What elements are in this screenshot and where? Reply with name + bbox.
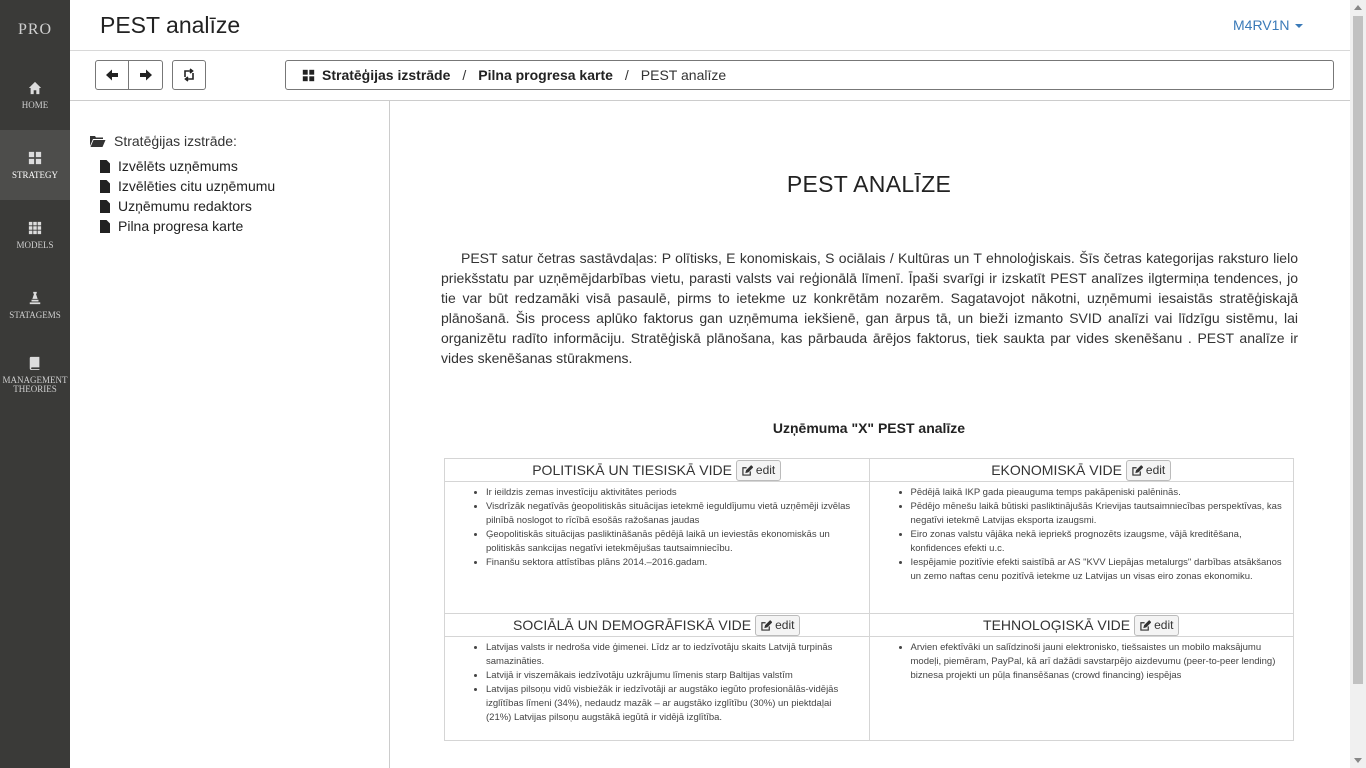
refresh-group bbox=[172, 60, 206, 90]
sidebar-item-label: MANAGEMENT THEORIES bbox=[2, 375, 68, 394]
file-icon bbox=[100, 159, 110, 173]
sidebar-item-label: STATAGEMS bbox=[9, 309, 61, 320]
edit-label: edit bbox=[1154, 618, 1174, 632]
scroll-down-icon[interactable] bbox=[1354, 758, 1362, 763]
tree-item-label: Uzņēmumu redaktors bbox=[118, 198, 252, 214]
book-icon bbox=[29, 356, 40, 370]
user-name: M4RV1N bbox=[1233, 17, 1290, 33]
list-item: Visdrīzāk negatīvās ģeopolitiskās situāc… bbox=[486, 500, 859, 528]
chess-icon bbox=[29, 291, 41, 304]
quadrant-title: POLITISKĀ UN TIESISKĀ VIDE bbox=[532, 462, 732, 478]
tree-item-selected-company[interactable]: Izvēlēts uzņēmums bbox=[100, 158, 238, 174]
strategy-tree: Stratēģijas izstrāde: Izvēlēts uzņēmums … bbox=[70, 100, 390, 768]
file-icon bbox=[100, 199, 110, 213]
breadcrumb-progress-map[interactable]: Pilna progresa karte bbox=[478, 67, 613, 83]
pest-table: POLITISKĀ UN TIESISKĀ VIDE edit Ir ieild… bbox=[444, 458, 1294, 741]
breadcrumb-strategy[interactable]: Stratēģijas izstrāde bbox=[322, 67, 450, 83]
list-item: Latvijas valsts ir nedroša vide ģimenei.… bbox=[486, 641, 859, 669]
sidebar-item-home[interactable]: HOME bbox=[0, 60, 70, 130]
list-item: Pēdējo mēnešu laikā būtiski pasliktināju… bbox=[911, 500, 1284, 528]
header-divider bbox=[70, 50, 1350, 51]
tree-item-label: Pilna progresa karte bbox=[118, 218, 244, 234]
tree-item-choose-company[interactable]: Izvēlēties citu uzņēmumu bbox=[100, 178, 275, 194]
sidebar-item-label: HOME bbox=[21, 99, 49, 110]
tree-item-progress-map[interactable]: Pilna progresa karte bbox=[100, 218, 243, 234]
quadrant-title: TEHNOLOĢISKĀ VIDE bbox=[983, 617, 1131, 633]
forward-button[interactable] bbox=[129, 60, 163, 90]
list-item: Ģeopolitiskās situācijas pasliktināšanās… bbox=[486, 528, 859, 556]
refresh-button[interactable] bbox=[172, 60, 206, 90]
list-item: Ir ieildzis zemas investīciju aktivitāte… bbox=[486, 486, 859, 500]
tree-root: Stratēģijas izstrāde: bbox=[89, 133, 237, 149]
quadrant-title: SOCIĀLĀ UN DEMOGRĀFISKĀ VIDE bbox=[513, 617, 752, 633]
sidebar-item-management-theories[interactable]: MANAGEMENT THEORIES bbox=[0, 340, 70, 410]
list-item: Pēdējā laikā IKP gada pieauguma temps pa… bbox=[911, 486, 1284, 500]
sidebar-item-label: MODELS bbox=[16, 239, 54, 250]
breadcrumb-current: PEST analīze bbox=[640, 67, 727, 83]
quadrant-title: EKONOMISKĀ VIDE bbox=[991, 462, 1122, 478]
edit-label: edit bbox=[775, 618, 795, 632]
tree-item-company-editor[interactable]: Uzņēmumu redaktors bbox=[100, 198, 252, 214]
app-sidebar: PRO HOME STRATEGY MODELS STATAGEMS MANAG… bbox=[0, 0, 70, 768]
caret-down-icon bbox=[1294, 24, 1303, 29]
sidebar-item-label: STRATEGY bbox=[11, 169, 58, 180]
list-item: Iespējamie pozitīvie efekti saistībā ar … bbox=[911, 556, 1284, 584]
quadrant-economic: EKONOMISKĀ VIDE edit Pēdējā laikā IKP ga… bbox=[868, 458, 1294, 614]
edit-technological-button[interactable]: edit bbox=[1134, 614, 1180, 636]
grid-icon bbox=[28, 151, 42, 164]
top-header: PEST analīze M4RV1N bbox=[70, 0, 1350, 50]
list-item: Arvien efektīvāki un salīdzinoši jauni e… bbox=[911, 641, 1284, 683]
breadcrumb: Stratēģijas izstrāde / Pilna progresa ka… bbox=[285, 60, 1334, 90]
page-scrollbar[interactable] bbox=[1350, 0, 1366, 768]
apps-icon bbox=[28, 221, 42, 234]
list-item: Latvijā ir viszemākais iedzīvotāju uzkrā… bbox=[486, 669, 859, 683]
brand-logo[interactable]: PRO bbox=[0, 0, 70, 60]
arrow-left-icon bbox=[106, 69, 118, 81]
user-menu[interactable]: M4RV1N bbox=[1233, 17, 1303, 33]
breadcrumb-separator: / bbox=[624, 67, 629, 83]
edit-icon bbox=[742, 464, 753, 476]
tree-item-label: Izvēlēts uzņēmums bbox=[118, 158, 238, 174]
edit-economic-button[interactable]: edit bbox=[1125, 459, 1172, 481]
sidebar-item-statagems[interactable]: STATAGEMS bbox=[0, 270, 70, 340]
edit-label: edit bbox=[1145, 463, 1166, 477]
scroll-up-icon[interactable] bbox=[1354, 5, 1362, 10]
sidebar-item-models[interactable]: MODELS bbox=[0, 200, 70, 270]
file-icon bbox=[100, 219, 110, 233]
edit-political-button[interactable]: edit bbox=[735, 459, 782, 481]
breadcrumb-separator: / bbox=[462, 67, 467, 83]
file-icon bbox=[100, 179, 110, 193]
back-button[interactable] bbox=[95, 60, 129, 90]
pest-table-caption: Uzņēmuma "X" PEST analīze bbox=[772, 420, 966, 436]
page-title: PEST analīze bbox=[100, 12, 241, 38]
arrow-right-icon bbox=[139, 69, 152, 81]
pest-heading: PEST ANALĪZE bbox=[786, 171, 952, 197]
tree-item-label: Izvēlēties citu uzņēmumu bbox=[118, 178, 276, 194]
folder-open-icon bbox=[90, 136, 106, 147]
sidebar-item-strategy[interactable]: STRATEGY bbox=[0, 130, 70, 200]
main-content: PEST ANALĪZE PEST satur četras sastāvdaļ… bbox=[390, 100, 1350, 768]
list-item: Eiro zonas valstu vājāka nekā iepriekš p… bbox=[911, 528, 1284, 556]
tree-root-label: Stratēģijas izstrāde: bbox=[114, 133, 237, 149]
scrollbar-thumb[interactable] bbox=[1353, 16, 1363, 684]
grid-icon bbox=[302, 69, 315, 81]
list-item: Latvijas pilsoņu vidū visbiežāk ir iedzī… bbox=[486, 683, 859, 725]
edit-social-button[interactable]: edit bbox=[755, 614, 801, 636]
quadrant-social: SOCIĀLĀ UN DEMOGRĀFISKĀ VIDE edit Latvij… bbox=[444, 613, 870, 741]
quadrant-technological: TEHNOLOĢISKĀ VIDE edit Arvien efektīvāki… bbox=[868, 613, 1294, 741]
edit-icon bbox=[761, 619, 773, 631]
quadrant-political: POLITISKĀ UN TIESISKĀ VIDE edit Ir ieild… bbox=[444, 458, 870, 614]
home-icon bbox=[28, 81, 42, 94]
pest-intro: PEST satur četras sastāvdaļas: P olītisk… bbox=[441, 250, 1298, 366]
retweet-icon bbox=[184, 68, 194, 82]
edit-icon bbox=[1132, 464, 1143, 476]
edit-label: edit bbox=[755, 463, 776, 477]
list-item: Finanšu sektora attīstības plāns 2014.–2… bbox=[486, 556, 859, 570]
history-nav-group bbox=[95, 60, 163, 90]
edit-icon bbox=[1140, 619, 1152, 631]
